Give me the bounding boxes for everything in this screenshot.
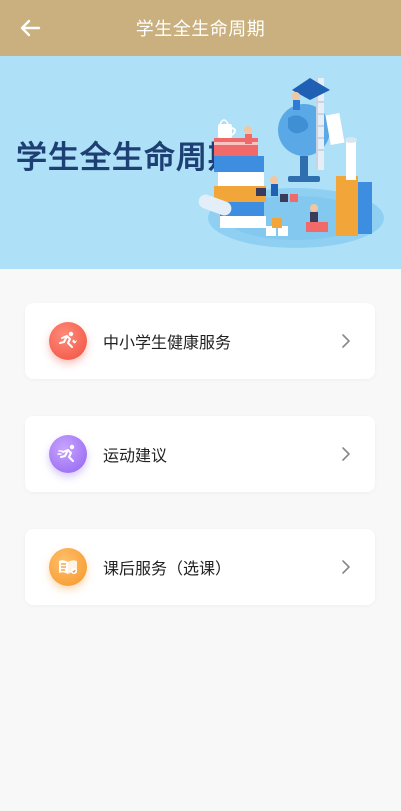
chevron-right-icon — [335, 556, 357, 578]
health-runner-icon — [49, 322, 87, 360]
menu-item-label: 课后服务（选课） — [103, 559, 232, 578]
menu-item-label: 中小学生健康服务 — [103, 333, 232, 352]
back-button[interactable] — [16, 14, 44, 42]
chevron-right-icon — [335, 443, 357, 465]
banner: 学生全生命周期 — [0, 56, 401, 269]
sport-runner-icon — [49, 435, 87, 473]
menu-item-sport-advice[interactable]: 运动建议 — [25, 416, 375, 492]
education-illustration — [198, 78, 384, 248]
chevron-right-icon — [335, 330, 357, 352]
top-bar: 学生全生命周期 — [0, 0, 401, 56]
page-title: 学生全生命周期 — [135, 19, 266, 40]
book-icon — [49, 548, 87, 586]
menu-item-after-school-service[interactable]: 课后服务（选课） — [25, 529, 375, 605]
content-area: 中小学生健康服务 运动建议 课后服务（选课） — [0, 269, 401, 811]
menu-item-health-service[interactable]: 中小学生健康服务 — [25, 303, 375, 379]
menu-item-label: 运动建议 — [103, 446, 168, 465]
back-arrow-icon — [20, 19, 41, 37]
